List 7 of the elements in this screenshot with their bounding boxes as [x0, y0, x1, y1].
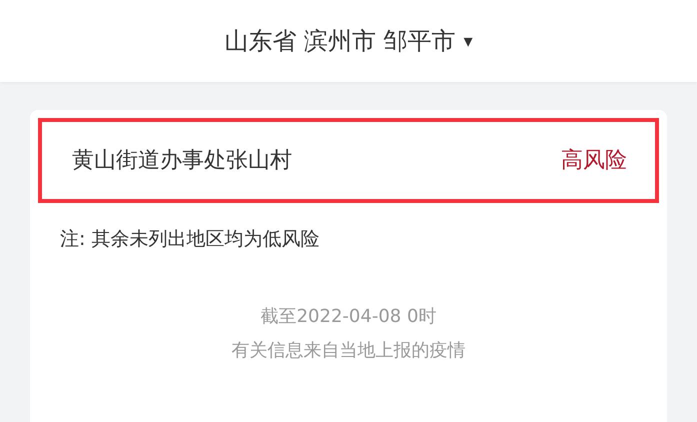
location-selector[interactable]: 山东省 滨州市 邹平市 [224, 23, 456, 59]
footer-text: 截至2022-04-08 0时 [260, 304, 436, 328]
note-text: 注: 其余未列出地区均为低风险 [59, 227, 320, 252]
dropdown-caret-icon[interactable]: ▾ [464, 28, 473, 54]
footer-text: 有关信息来自当地上报的疫情 [232, 338, 466, 362]
area-name: 黄山街道办事处张山村 [72, 147, 292, 175]
risk-level: 高风险 [561, 147, 627, 175]
